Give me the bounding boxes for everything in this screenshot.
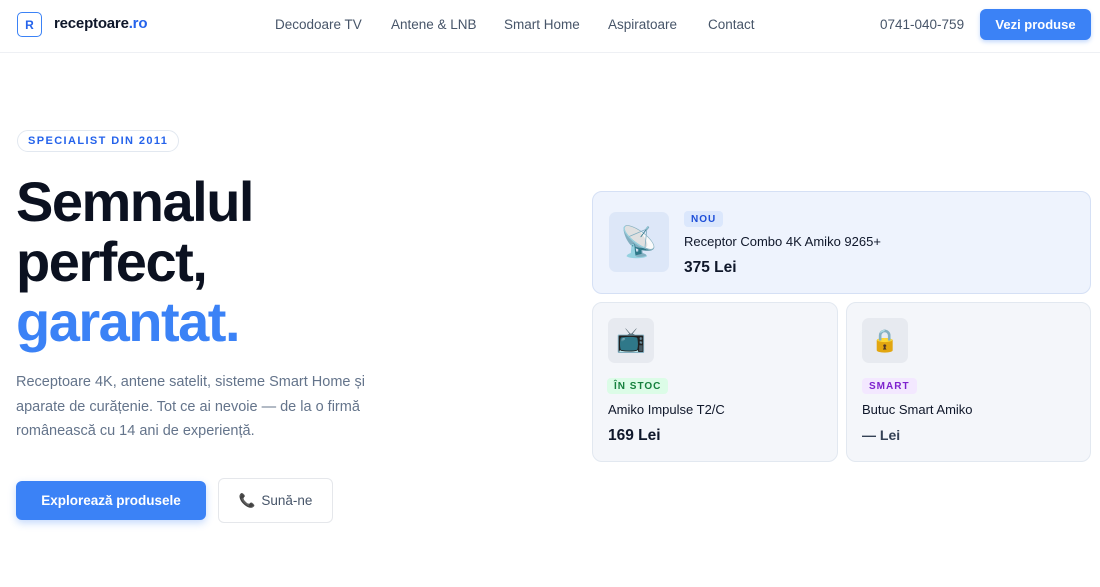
nav-link-aspiratoare[interactable]: Aspiratoare: [608, 17, 677, 32]
product-card-featured[interactable]: 📡 NOU Receptor Combo 4K Amiko 9265+ 375 …: [592, 191, 1091, 294]
explore-products-button[interactable]: Explorează produsele: [16, 481, 206, 520]
product-name: Butuc Smart Amiko: [862, 402, 973, 417]
product-card[interactable]: 📺 ÎN STOC Amiko Impulse T2/C 169 Lei: [592, 302, 838, 462]
logo-tld: .ro: [128, 15, 148, 32]
call-us-label: Sună-ne: [261, 493, 313, 508]
logo-text[interactable]: receptoare.ro: [54, 15, 147, 32]
product-price: 375 Lei: [684, 259, 737, 276]
phone-link[interactable]: 0741-040-759: [880, 17, 964, 32]
satellite-dish-glyph: 📡: [620, 225, 658, 259]
tag-new: NOU: [684, 211, 724, 227]
nav-link-antene-lnb[interactable]: Antene & LNB: [391, 17, 477, 32]
view-products-button[interactable]: Vezi produse: [980, 9, 1091, 40]
tag-in-stock: ÎN STOC: [607, 378, 669, 394]
hero-title-line-2: perfect,: [16, 230, 208, 293]
call-us-button[interactable]: 📞 Sună-ne: [218, 478, 333, 523]
nav-link-smart-home[interactable]: Smart Home: [504, 17, 580, 32]
specialist-badge: SPECIALIST DIN 2011: [17, 130, 180, 152]
product-name: Amiko Impulse T2/C: [608, 402, 725, 417]
hero-title-line-3: garantat.: [16, 290, 241, 353]
tag-smart: SMART: [862, 378, 917, 394]
product-name: Receptor Combo 4K Amiko 9265+: [684, 234, 881, 249]
product-price: 169 Lei: [608, 427, 661, 444]
site-header: R receptoare.ro Decodoare TV Antene & LN…: [0, 0, 1100, 53]
tv-glyph: 📺: [616, 327, 646, 354]
product-price: — Lei: [862, 427, 901, 443]
logo-mark[interactable]: R: [17, 12, 42, 37]
nav-link-decodoare-tv[interactable]: Decodoare TV: [275, 17, 362, 32]
lock-icon: 🔒: [862, 318, 908, 363]
hero-title-line-1: Semnalul: [16, 170, 254, 233]
lock-glyph: 🔒: [871, 327, 899, 353]
product-card[interactable]: 🔒 SMART Butuc Smart Amiko — Lei: [846, 302, 1091, 462]
nav-link-contact[interactable]: Contact: [708, 17, 755, 32]
satellite-dish-icon: 📡: [609, 212, 669, 272]
hero-lead-text: Receptoare 4K, antene satelit, sisteme S…: [16, 374, 365, 439]
phone-icon: 📞: [238, 492, 256, 508]
logo-name: receptoare: [54, 15, 129, 32]
tv-icon: 📺: [608, 318, 654, 363]
